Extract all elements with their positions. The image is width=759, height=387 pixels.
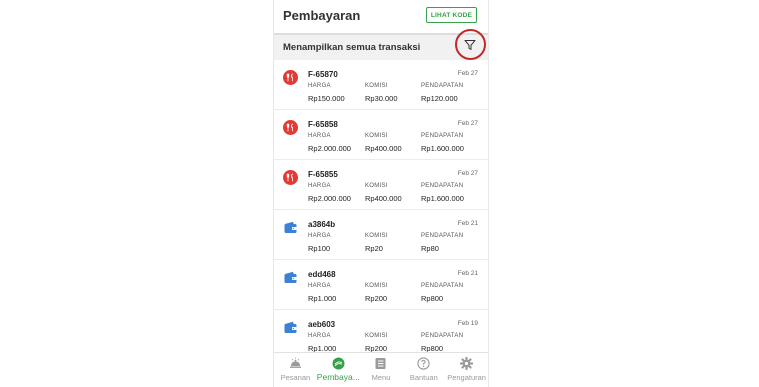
income-label: PENDAPATAN	[421, 183, 464, 189]
transaction-date: Feb 27	[457, 170, 478, 177]
transaction-date: Feb 19	[457, 320, 478, 327]
income-label: PENDAPATAN	[421, 333, 464, 339]
transaction-date: Feb 27	[457, 120, 478, 127]
price-label: HARGA	[308, 183, 331, 189]
income-value: Rp80	[421, 244, 439, 253]
phone-screen: Pembayaran LIHAT KODE Menampilkan semua …	[273, 0, 489, 387]
orders-icon	[289, 357, 301, 368]
income-label: PENDAPATAN	[421, 83, 464, 89]
transaction-id: edd468	[308, 270, 336, 279]
income-label: PENDAPATAN	[421, 283, 464, 289]
price-value: Rp2.000.000	[308, 144, 351, 153]
income-value: Rp1.600.000	[421, 144, 464, 153]
page-title: Pembayaran	[283, 8, 361, 23]
transaction-date: Feb 27	[457, 70, 478, 77]
transaction-row[interactable]: a3864b Feb 21 HARGA KOMISI PENDAPATAN Rp…	[274, 210, 488, 260]
income-value: Rp1.600.000	[421, 194, 464, 203]
transaction-row[interactable]: F-65855 Feb 27 HARGA KOMISI PENDAPATAN R…	[274, 160, 488, 210]
commission-value: Rp30.000	[365, 94, 398, 103]
filter-icon[interactable]	[464, 39, 476, 51]
price-label: HARGA	[308, 233, 331, 239]
app-header: Pembayaran LIHAT KODE	[274, 0, 488, 33]
nav-item-settings[interactable]: Pengaturan	[445, 353, 488, 387]
income-label: PENDAPATAN	[421, 233, 464, 239]
nav-item-help[interactable]: Bantuan	[402, 353, 445, 387]
payment-icon	[332, 357, 345, 370]
commission-value: Rp400.000	[365, 194, 402, 203]
wallet-icon	[284, 271, 297, 283]
food-icon	[283, 120, 298, 135]
commission-label: KOMISI	[365, 133, 388, 139]
price-value: Rp150.000	[308, 94, 345, 103]
transaction-id: F-65855	[308, 170, 338, 179]
nav-label: Bantuan	[409, 373, 438, 382]
price-label: HARGA	[308, 333, 331, 339]
price-value: Rp1.000	[308, 294, 337, 303]
menu-icon	[375, 358, 386, 369]
transaction-list: F-65870 Feb 27 HARGA KOMISI PENDAPATAN R…	[274, 60, 488, 360]
food-icon	[283, 70, 298, 85]
price-label: HARGA	[308, 283, 331, 289]
nav-label: Pembaya...	[316, 372, 360, 382]
commission-value: Rp400.000	[365, 144, 402, 153]
commission-label: KOMISI	[365, 233, 388, 239]
help-icon	[417, 357, 430, 370]
wallet-icon	[284, 221, 297, 233]
commission-label: KOMISI	[365, 183, 388, 189]
transaction-row[interactable]: F-65870 Feb 27 HARGA KOMISI PENDAPATAN R…	[274, 60, 488, 110]
settings-icon	[460, 357, 474, 370]
transaction-id: F-65858	[308, 120, 338, 129]
commission-label: KOMISI	[365, 83, 388, 89]
price-value: Rp2.000.000	[308, 194, 351, 203]
food-icon	[283, 170, 298, 185]
filter-bar: Menampilkan semua transaksi	[274, 29, 488, 60]
price-label: HARGA	[308, 133, 331, 139]
transaction-id: F-65870	[308, 70, 338, 79]
commission-value: Rp20	[365, 244, 383, 253]
commission-label: KOMISI	[365, 283, 388, 289]
commission-value: Rp200	[365, 294, 388, 303]
nav-item-orders[interactable]: Pesanan	[274, 353, 317, 387]
filter-label: Menampilkan semua transaksi	[283, 42, 421, 53]
income-value: Rp800	[421, 294, 444, 303]
price-value: Rp100	[308, 244, 331, 253]
nav-label: Menu	[371, 373, 391, 382]
transaction-row[interactable]: edd468 Feb 21 HARGA KOMISI PENDAPATAN Rp…	[274, 260, 488, 310]
income-value: Rp120.000	[421, 94, 458, 103]
nav-label: Pesanan	[280, 373, 311, 382]
commission-label: KOMISI	[365, 333, 388, 339]
nav-label: Pengaturan	[447, 373, 486, 382]
bottom-nav: Pesanan Pembaya... Menu Bantuan Pengatur…	[274, 352, 488, 387]
transaction-row[interactable]: F-65858 Feb 27 HARGA KOMISI PENDAPATAN R…	[274, 110, 488, 160]
transaction-date: Feb 21	[457, 270, 478, 277]
transaction-id: a3864b	[308, 220, 336, 229]
transaction-date: Feb 21	[457, 220, 478, 227]
price-label: HARGA	[308, 83, 331, 89]
view-code-button[interactable]: LIHAT KODE	[426, 7, 477, 23]
nav-item-payments[interactable]: Pembaya...	[317, 353, 360, 387]
transaction-id: aeb603	[308, 320, 336, 329]
wallet-icon	[284, 321, 297, 333]
nav-item-menu[interactable]: Menu	[360, 353, 403, 387]
income-label: PENDAPATAN	[421, 133, 464, 139]
